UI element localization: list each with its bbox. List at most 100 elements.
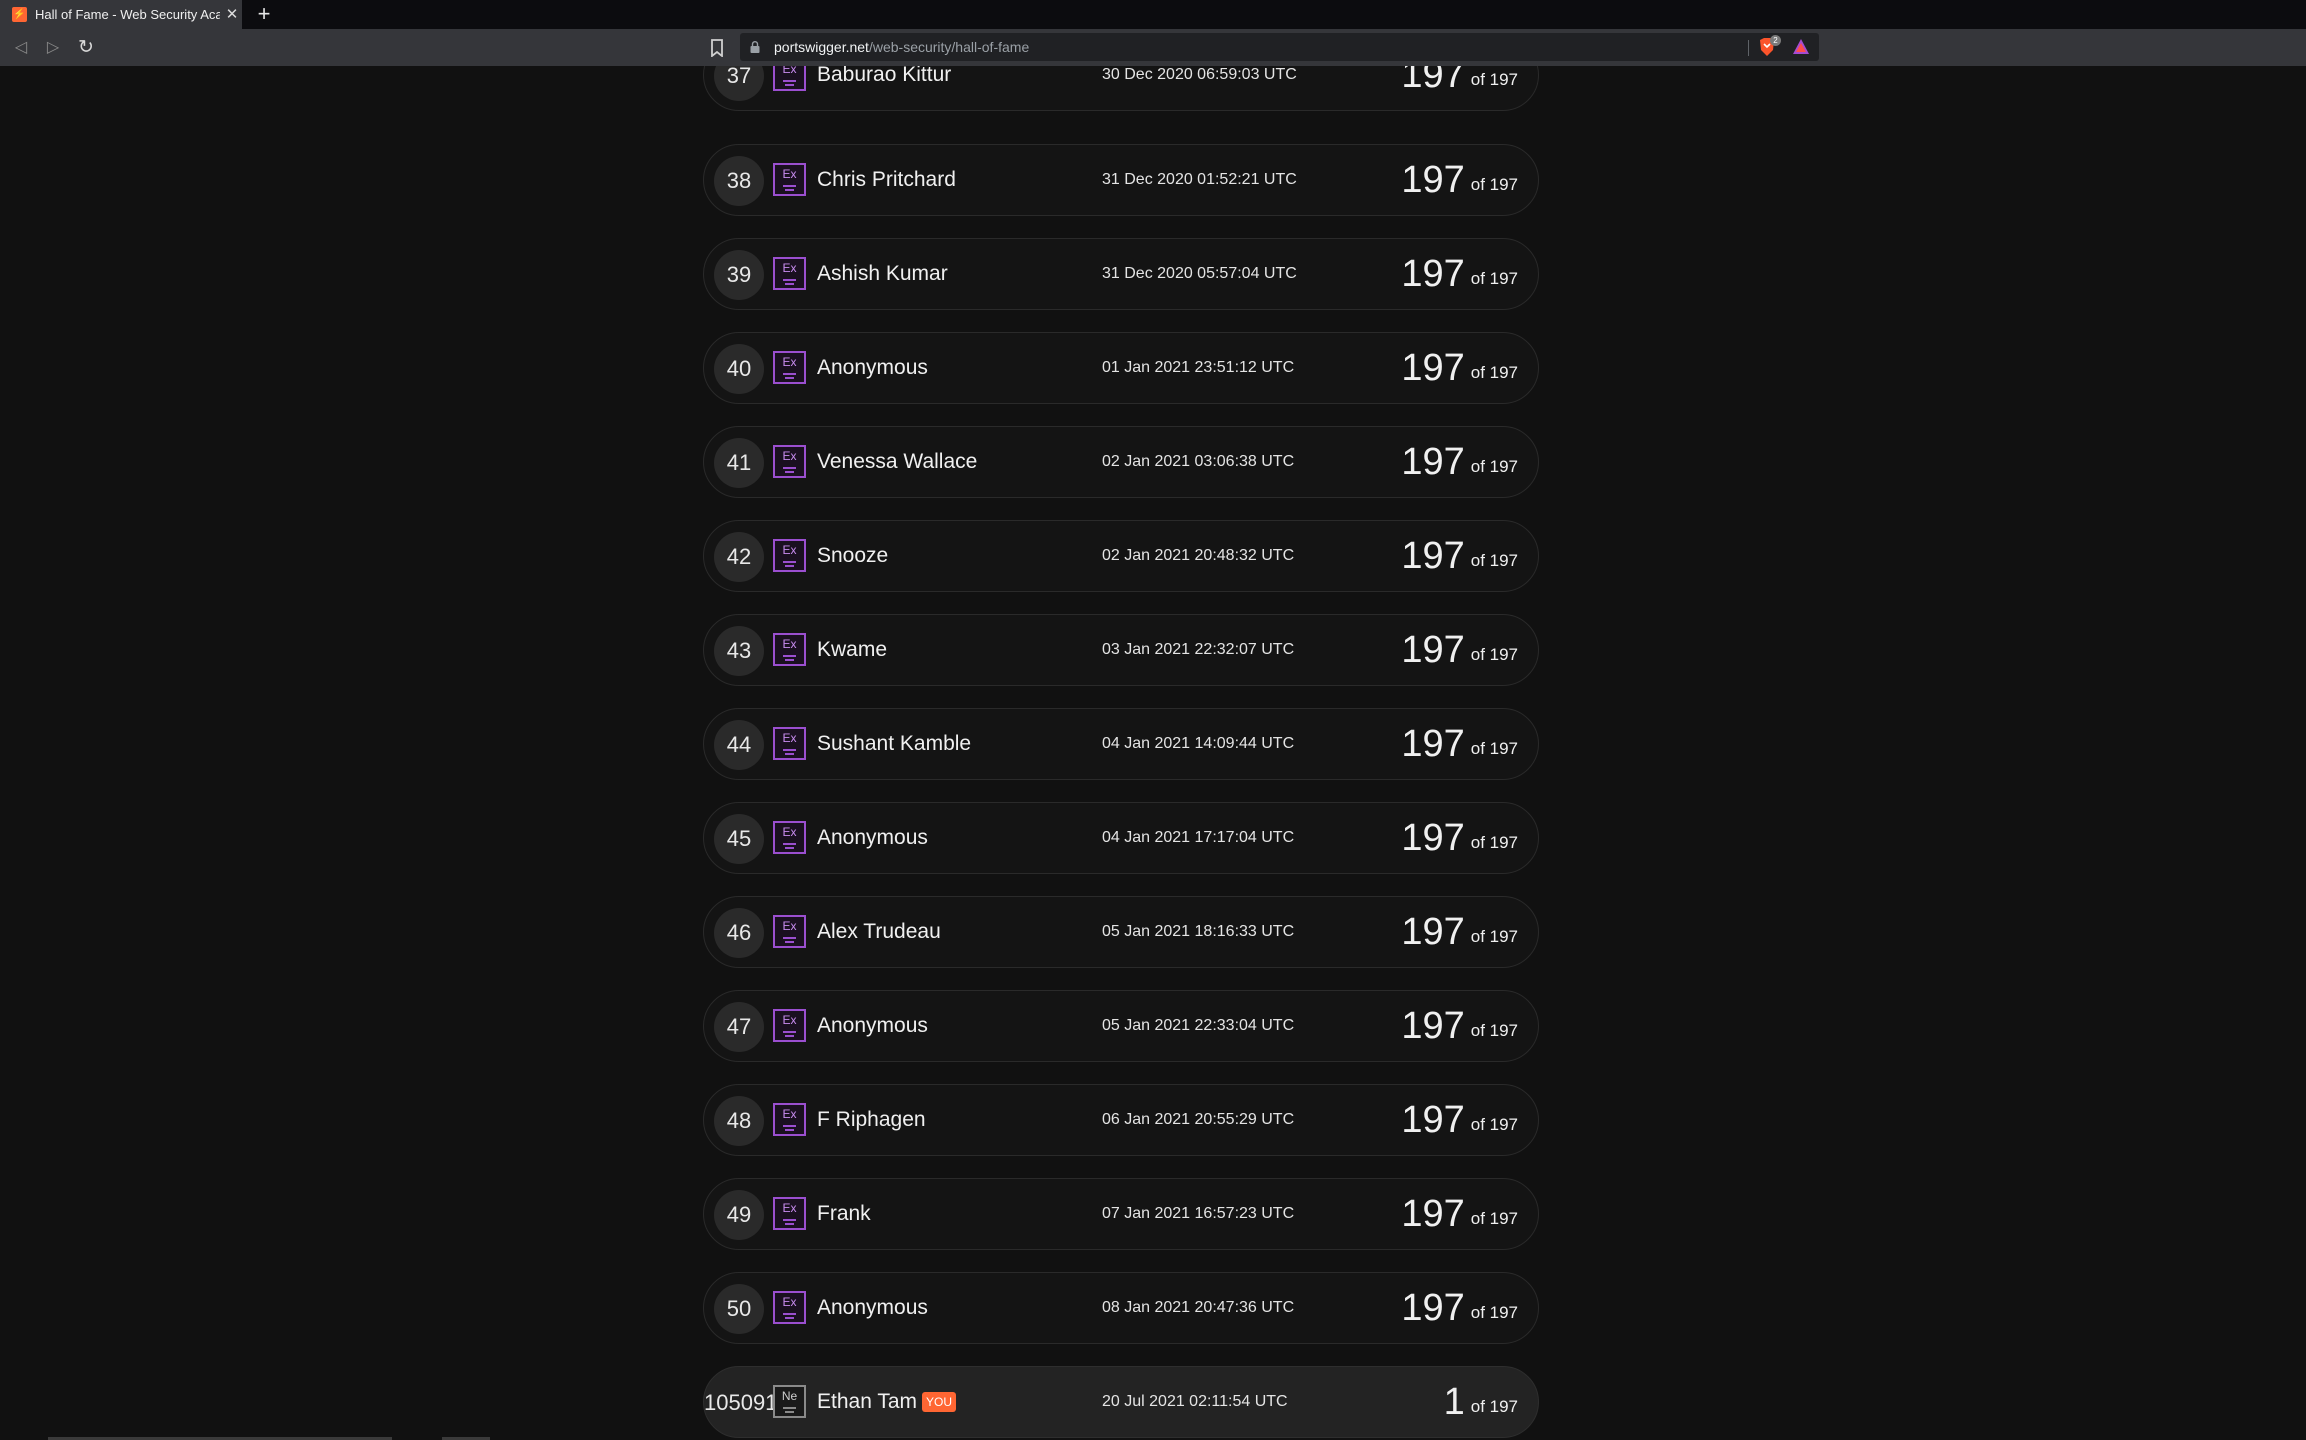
score: 197 of 197 [1401, 1273, 1518, 1343]
score-value: 197 [1401, 1193, 1465, 1235]
rank-number: 40 [714, 344, 764, 394]
table-row: 41 Ex Venessa Wallace 02 Jan 2021 03:06:… [703, 426, 1539, 498]
completion-date: 04 Jan 2021 17:17:04 UTC [1102, 829, 1295, 846]
completion-date: 08 Jan 2021 20:47:36 UTC [1102, 1299, 1295, 1316]
table-row: 44 Ex Sushant Kamble 04 Jan 2021 14:09:4… [703, 708, 1539, 780]
back-arrow-icon[interactable]: ◁ [9, 29, 33, 66]
score-value: 197 [1401, 629, 1465, 671]
score-value: 197 [1401, 66, 1465, 96]
score-value: 197 [1401, 817, 1465, 859]
completion-date: 03 Jan 2021 22:32:07 UTC [1102, 641, 1295, 658]
user-name-text: Ethan Tam [817, 1390, 918, 1413]
rank-number: 42 [714, 532, 764, 582]
user-name: Ashish Kumar [817, 262, 948, 285]
score: 197 of 197 [1401, 1085, 1518, 1155]
expert-badge-icon: Ex [773, 66, 806, 91]
rank-number: 44 [714, 720, 764, 770]
score: 197 of 197 [1401, 66, 1518, 110]
rank-number: 48 [714, 1096, 764, 1146]
table-row: 49 Ex Frank 07 Jan 2021 16:57:23 UTC 197… [703, 1178, 1539, 1250]
score-value: 197 [1401, 159, 1465, 201]
rank-number: 46 [714, 908, 764, 958]
table-row: 50 Ex Anonymous 08 Jan 2021 20:47:36 UTC… [703, 1272, 1539, 1344]
score-value: 197 [1401, 1287, 1465, 1329]
forward-arrow-icon[interactable]: ▷ [41, 29, 65, 66]
table-row: 43 Ex Kwame 03 Jan 2021 22:32:07 UTC 197… [703, 614, 1539, 686]
expert-badge-icon: Ex [773, 539, 806, 572]
rank-number: 49 [714, 1190, 764, 1240]
expert-badge-icon: Ex [773, 633, 806, 666]
score-total: of 197 [1470, 833, 1518, 852]
toolbar-divider [1748, 40, 1749, 56]
user-name: Frank [817, 1202, 871, 1225]
table-row: 40 Ex Anonymous 01 Jan 2021 23:51:12 UTC… [703, 332, 1539, 404]
novice-badge-icon: Ne [773, 1385, 806, 1418]
url-path: /web-security/hall-of-fame [868, 39, 1030, 55]
tab-bar: ⚡ Hall of Fame - Web Security Acad ✕ + [0, 0, 2306, 29]
score-value: 197 [1401, 441, 1465, 483]
new-tab-button[interactable]: + [254, 0, 274, 29]
table-row: 39 Ex Ashish Kumar 31 Dec 2020 05:57:04 … [703, 238, 1539, 310]
bookmark-icon[interactable] [709, 39, 725, 57]
browser-toolbar: ◁ ▷ ↻ portswigger.net/web-security/hall-… [0, 29, 2306, 66]
score-value: 1 [1443, 1381, 1465, 1423]
score: 197 of 197 [1401, 615, 1518, 685]
close-tab-icon[interactable]: ✕ [224, 0, 240, 29]
score: 197 of 197 [1401, 1179, 1518, 1249]
rank-number: 41 [714, 438, 764, 488]
address-bar[interactable]: portswigger.net/web-security/hall-of-fam… [740, 33, 1819, 61]
user-name: Anonymous [817, 826, 928, 849]
reload-icon[interactable]: ↻ [74, 29, 98, 66]
user-name: Alex Trudeau [817, 920, 941, 943]
user-name: Kwame [817, 638, 888, 661]
table-row: 47 Ex Anonymous 05 Jan 2021 22:33:04 UTC… [703, 990, 1539, 1062]
score: 197 of 197 [1401, 991, 1518, 1061]
score: 197 of 197 [1401, 239, 1518, 309]
user-name: Snooze [817, 544, 889, 567]
lock-icon [750, 41, 760, 53]
table-row: 45 Ex Anonymous 04 Jan 2021 17:17:04 UTC… [703, 802, 1539, 874]
score: 197 of 197 [1401, 145, 1518, 215]
rank-number: 105091 [704, 1390, 778, 1415]
user-name: Chris Pritchard [817, 168, 956, 191]
score: 197 of 197 [1401, 803, 1518, 873]
score-value: 197 [1401, 347, 1465, 389]
expert-badge-icon: Ex [773, 257, 806, 290]
user-name: Ethan Tam YOU [817, 1367, 957, 1437]
table-row: 42 Ex Snooze 02 Jan 2021 20:48:32 UTC 19… [703, 520, 1539, 592]
score: 197 of 197 [1401, 709, 1518, 779]
score-total: of 197 [1470, 739, 1518, 758]
completion-date: 02 Jan 2021 03:06:38 UTC [1102, 453, 1295, 470]
score-total: of 197 [1470, 175, 1518, 194]
expert-badge-icon: Ex [773, 351, 806, 384]
completion-date: 04 Jan 2021 14:09:44 UTC [1102, 735, 1295, 752]
score: 1 of 197 [1444, 1367, 1518, 1437]
completion-date: 05 Jan 2021 22:33:04 UTC [1102, 1017, 1295, 1034]
expert-badge-icon: Ex [773, 163, 806, 196]
url-text[interactable]: portswigger.net/web-security/hall-of-fam… [774, 33, 1029, 61]
score-total: of 197 [1470, 645, 1518, 664]
expert-badge-icon: Ex [773, 915, 806, 948]
score-value: 197 [1401, 1005, 1465, 1047]
score-total: of 197 [1470, 551, 1518, 570]
score-total: of 197 [1470, 1021, 1518, 1040]
you-badge: YOU [922, 1392, 957, 1412]
portswigger-favicon-icon: ⚡ [12, 7, 27, 22]
brave-rewards-icon[interactable] [1792, 38, 1810, 56]
user-name: F Riphagen [817, 1108, 926, 1131]
completion-date: 31 Dec 2020 01:52:21 UTC [1102, 171, 1297, 188]
table-row: 48 Ex F Riphagen 06 Jan 2021 20:55:29 UT… [703, 1084, 1539, 1156]
completion-date: 05 Jan 2021 18:16:33 UTC [1102, 923, 1295, 940]
score-total: of 197 [1470, 1115, 1518, 1134]
table-row: 38 Ex Chris Pritchard 31 Dec 2020 01:52:… [703, 144, 1539, 216]
rank-number: 45 [714, 814, 764, 864]
hall-of-fame-leaderboard: 37 Ex Baburao Kittur 30 Dec 2020 06:59:0… [0, 66, 2306, 1440]
completion-date: 06 Jan 2021 20:55:29 UTC [1102, 1111, 1295, 1128]
user-name: Anonymous [817, 356, 928, 379]
expert-badge-icon: Ex [773, 1291, 806, 1324]
score-value: 197 [1401, 535, 1465, 577]
score-total: of 197 [1470, 70, 1518, 89]
score-value: 197 [1401, 723, 1465, 765]
tab-hall-of-fame[interactable]: ⚡ Hall of Fame - Web Security Acad ✕ [0, 0, 242, 29]
rank-number: 47 [714, 1002, 764, 1052]
